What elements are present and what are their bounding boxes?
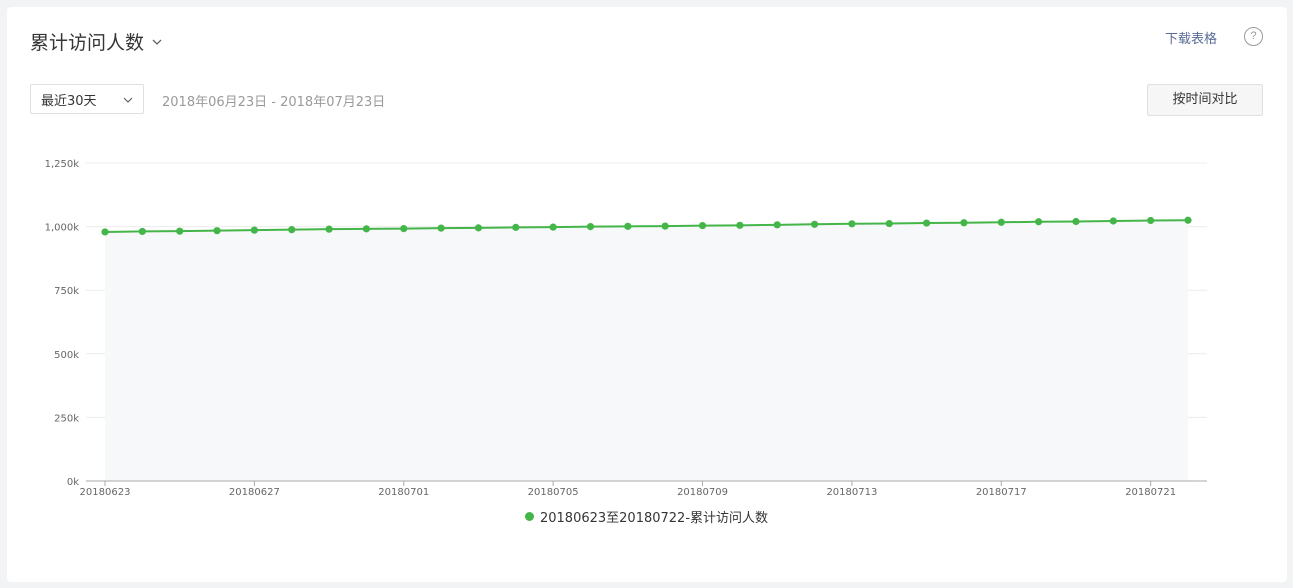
data-point (1035, 218, 1043, 226)
y-tick-label: 1,250k (45, 159, 80, 170)
x-tick-label: 20180721 (1125, 487, 1176, 498)
series-area (105, 220, 1188, 482)
data-point (736, 221, 744, 229)
data-point (549, 223, 557, 231)
data-point (474, 224, 483, 232)
data-point (1184, 216, 1192, 224)
data-point (586, 223, 595, 231)
x-tick-label: 20180701 (378, 487, 429, 498)
data-point (512, 223, 520, 231)
data-point (698, 221, 707, 230)
x-tick-label: 20180709 (677, 487, 728, 498)
y-tick-label: 1,000k (45, 223, 80, 234)
data-point (437, 224, 445, 232)
data-point (176, 227, 184, 235)
y-tick-label: 500k (54, 350, 79, 361)
data-point (400, 225, 408, 233)
data-point (773, 221, 781, 229)
x-tick-label: 20180627 (229, 487, 280, 498)
data-point (624, 222, 632, 230)
data-point (997, 218, 1005, 226)
x-tick-label: 20180623 (80, 487, 131, 498)
data-point (1109, 217, 1117, 225)
chart-legend[interactable]: 20180623至20180722-累计访问人数 (0, 507, 1293, 526)
data-point (138, 227, 146, 236)
data-point (288, 226, 296, 234)
x-tick-label: 20180717 (976, 487, 1027, 498)
data-point (1147, 216, 1155, 225)
legend-label: 20180623至20180722-累计访问人数 (539, 511, 769, 526)
data-point (101, 228, 109, 236)
line-chart: 0k 250k 500k 750k 1,000k 1,250k 20180623 201806… (45, 159, 1207, 498)
data-point (885, 219, 893, 228)
data-point (325, 225, 333, 233)
y-tick-label: 0k (67, 477, 79, 488)
legend-marker (524, 512, 534, 521)
data-point (1072, 217, 1080, 226)
data-point (362, 225, 371, 233)
data-point (922, 219, 931, 227)
data-point (960, 219, 968, 227)
data-point (661, 222, 669, 230)
data-point (250, 226, 258, 234)
y-tick-label: 750k (54, 286, 79, 297)
x-tick-label: 20180705 (528, 487, 579, 498)
y-tick-label: 250k (54, 413, 79, 424)
data-point (848, 220, 856, 228)
data-point (810, 220, 819, 228)
x-tick-label: 20180713 (826, 487, 877, 498)
data-point (213, 227, 221, 235)
